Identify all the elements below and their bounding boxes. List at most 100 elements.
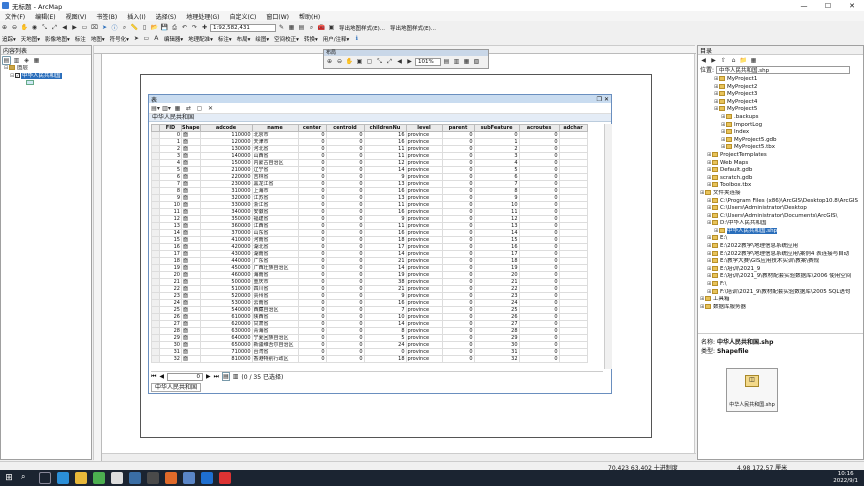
catalog-item[interactable]: ⊞ MyProject5.gdb <box>700 136 863 145</box>
table-cell[interactable] <box>558 208 588 216</box>
catalog-item[interactable]: ⊞ 数据库服务器 <box>700 303 863 312</box>
table-cell[interactable]: 360000 <box>199 222 253 230</box>
zoom-whole-page-icon[interactable]: ▣ <box>355 57 364 66</box>
table-cell[interactable]: 0 <box>518 278 560 286</box>
app-icon-2[interactable] <box>129 472 141 484</box>
table-cell[interactable]: 7 <box>363 306 407 314</box>
table-cell[interactable]: 430000 <box>199 250 253 258</box>
table-cell[interactable]: 0 <box>518 250 560 258</box>
table-cell[interactable]: 0 <box>363 348 407 356</box>
table-cell[interactable]: 面 <box>181 194 201 202</box>
table-cell[interactable]: 0 <box>441 299 475 307</box>
table-cell[interactable]: 0 <box>325 334 365 342</box>
table-cell[interactable]: 0 <box>441 145 475 153</box>
table-cell[interactable]: 吉林省 <box>251 173 299 181</box>
table-cell[interactable]: province <box>405 285 443 293</box>
row-selector[interactable] <box>151 152 160 160</box>
table-cell[interactable]: 30 <box>159 341 182 349</box>
table-cell[interactable]: 0 <box>297 187 327 195</box>
chrome-icon[interactable] <box>93 472 105 484</box>
table-cell[interactable]: 14 <box>363 250 407 258</box>
table-row[interactable]: 20 面 460000 海南省 0 0 19 province 0 20 0 <box>151 271 588 279</box>
row-selector[interactable] <box>151 250 160 258</box>
list-by-selection-icon[interactable]: ▦ <box>32 56 41 65</box>
table-cell[interactable]: 0 <box>297 306 327 314</box>
table-cell[interactable]: 16 <box>363 229 407 237</box>
table-cell[interactable]: 15 <box>473 236 520 244</box>
table-cell[interactable]: 26 <box>159 313 182 321</box>
table-cell[interactable]: 0 <box>297 145 327 153</box>
table-cell[interactable]: 0 <box>325 348 365 356</box>
table-cell[interactable]: 6 <box>159 173 182 181</box>
task-view-icon[interactable] <box>39 472 51 484</box>
table-cell[interactable]: province <box>405 334 443 342</box>
catalog-item[interactable]: ⊞ Index <box>700 129 863 137</box>
row-selector[interactable] <box>151 299 160 307</box>
table-cell[interactable]: 0 <box>441 327 475 335</box>
table-cell[interactable]: 19 <box>363 271 407 279</box>
table-cell[interactable]: 11 <box>159 208 182 216</box>
layout-pan-icon[interactable]: ✋ <box>345 57 354 66</box>
table-cell[interactable]: 28 <box>473 327 520 335</box>
catalog-item[interactable]: ⊞ E:\培训\2021_9 <box>700 265 863 274</box>
table-row[interactable]: 1 面 120000 天津市 0 0 16 province 0 1 0 <box>151 138 588 146</box>
table-cell[interactable]: 7 <box>159 180 182 188</box>
table-cell[interactable]: 0 <box>441 271 475 279</box>
table-cell[interactable]: 28 <box>159 327 182 335</box>
save-icon[interactable]: 💾 <box>160 23 169 32</box>
list-by-drawing-order-icon[interactable]: ▤ <box>2 56 11 65</box>
table-cell[interactable]: 0 <box>297 264 327 272</box>
add-data-icon[interactable]: ✚ <box>200 23 209 32</box>
table-cell[interactable]: 13 <box>473 222 520 230</box>
row-selector[interactable] <box>151 292 160 300</box>
table-cell[interactable]: 0 <box>325 145 365 153</box>
taskbar-search-icon[interactable]: ⌕ <box>21 472 33 484</box>
table-row[interactable]: 14 面 370000 山东省 0 0 16 province 0 14 0 <box>151 229 588 237</box>
table-cell[interactable]: 辽宁省 <box>251 166 299 174</box>
table-cell[interactable]: 500000 <box>199 278 253 286</box>
table-cell[interactable] <box>558 187 588 195</box>
explorer-icon[interactable] <box>75 472 87 484</box>
catalog-item[interactable]: ⊞ F:\培训\2021_9\教材配套实验数据库\2005 SQL语句 <box>700 288 863 297</box>
table-cell[interactable]: 西藏自治区 <box>251 306 299 314</box>
table-cell[interactable]: 0 <box>325 173 365 181</box>
catalog-item[interactable]: ⊞ E:\培训\2021_9\教材配套实验数据库\2006 使用空间 <box>700 273 863 281</box>
menu-help[interactable]: 帮助(H) <box>294 12 325 21</box>
table-cell[interactable]: 面 <box>181 278 201 286</box>
table-cell[interactable] <box>558 320 588 328</box>
table-cell[interactable]: 山西省 <box>251 152 299 160</box>
table-cell[interactable]: 面 <box>181 313 201 321</box>
table-cell[interactable]: province <box>405 215 443 223</box>
clear-table-selection-icon[interactable]: ▢ <box>195 104 204 113</box>
table-cell[interactable]: 0 <box>441 313 475 321</box>
table-cell[interactable]: 5 <box>159 166 182 174</box>
table-cell[interactable]: 0 <box>297 320 327 328</box>
table-cell[interactable] <box>558 194 588 202</box>
table-cell[interactable]: 410000 <box>199 236 253 244</box>
catalog-item[interactable]: ⊞ MyProject1 <box>700 76 863 84</box>
column-header-name[interactable]: name <box>251 124 299 132</box>
table-cell[interactable]: 0 <box>325 131 365 139</box>
app-icon-4[interactable] <box>165 472 177 484</box>
table-cell[interactable]: 0 <box>297 236 327 244</box>
table-cell[interactable]: 230000 <box>199 180 253 188</box>
table-cell[interactable]: 17 <box>473 250 520 258</box>
table-cell[interactable]: 19 <box>159 264 182 272</box>
arcmap-taskbar-icon[interactable] <box>201 472 213 484</box>
next-record-icon[interactable]: ▶ <box>206 373 211 380</box>
table-cell[interactable]: 13 <box>363 180 407 188</box>
table-cell[interactable] <box>558 271 588 279</box>
table-row[interactable]: 28 面 630000 青海省 0 0 8 province 0 28 0 <box>151 327 588 335</box>
menu-view[interactable]: 视图(V) <box>61 12 92 21</box>
layout-fixed-out-icon[interactable]: ⤢ <box>385 57 394 66</box>
row-selector[interactable] <box>151 278 160 286</box>
table-cell[interactable]: 0 <box>473 131 520 139</box>
table-cell[interactable]: 29 <box>473 334 520 342</box>
table-cell[interactable]: 0 <box>297 166 327 174</box>
catalog-item[interactable]: ⊞ MyProject5 <box>700 106 863 114</box>
table-cell[interactable]: 0 <box>441 215 475 223</box>
table-cell[interactable]: 面 <box>181 243 201 251</box>
table-cell[interactable]: province <box>405 320 443 328</box>
table-cell[interactable]: 面 <box>181 285 201 293</box>
table-cell[interactable]: 0 <box>518 292 560 300</box>
